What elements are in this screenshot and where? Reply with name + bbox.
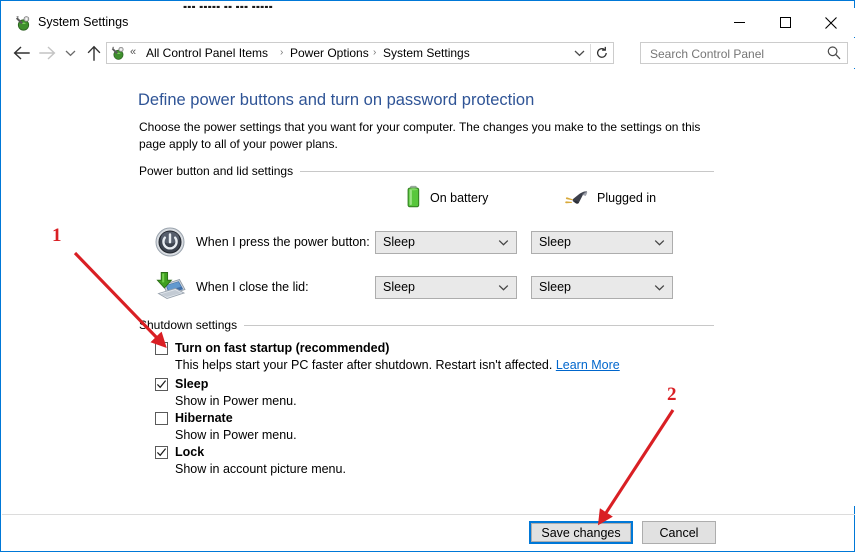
system-settings-icon	[14, 14, 32, 32]
chevron-down-icon	[574, 50, 584, 57]
section-divider	[244, 325, 714, 326]
footer-divider	[2, 514, 855, 515]
arrow-left-icon	[13, 46, 30, 60]
refresh-icon	[596, 46, 607, 58]
hibernate-checkbox[interactable]	[155, 412, 168, 425]
lock-checkbox[interactable]	[155, 446, 168, 459]
power-button-plugged-in-dropdown[interactable]: Sleep	[531, 231, 673, 254]
setting-label-power-button: When I press the power button:	[196, 235, 370, 249]
power-lid-section-header: Power button and lid settings	[139, 164, 714, 179]
sleep-checkbox[interactable]	[155, 378, 168, 391]
dropdown-value: Sleep	[383, 235, 415, 249]
content-area: Define power buttons and turn on passwor…	[2, 69, 855, 506]
refresh-button[interactable]	[591, 43, 612, 63]
window-title: System Settings	[38, 15, 129, 29]
dropdown-value: Sleep	[539, 280, 571, 294]
chevron-down-icon	[497, 236, 510, 249]
hibernate-description: Show in Power menu.	[175, 428, 297, 442]
address-bar[interactable]: « All Control Panel Items › Power Option…	[106, 42, 614, 64]
dropdown-value: Sleep	[539, 235, 571, 249]
chevron-down-icon	[653, 281, 666, 294]
power-plug-icon	[562, 187, 588, 210]
column-header-plugged-in: Plugged in	[562, 186, 656, 210]
fast-startup-description: This helps start your PC faster after sh…	[175, 357, 620, 374]
power-button-on-battery-dropdown[interactable]: Sleep	[375, 231, 517, 254]
checkmark-icon	[156, 380, 167, 389]
lock-description: Show in account picture menu.	[175, 462, 346, 476]
minimize-icon	[733, 22, 745, 23]
dropdown-value: Sleep	[383, 280, 415, 294]
back-button[interactable]	[9, 41, 33, 65]
background-window-sliver: ▪▪▪ ▪▪▪▪▪ ▪▪ ▪▪▪ ▪▪▪▪▪	[183, 1, 273, 8]
chevron-down-icon	[497, 281, 510, 294]
breadcrumb-separator: ›	[373, 47, 377, 58]
cancel-label: Cancel	[659, 525, 699, 540]
battery-icon	[406, 185, 421, 212]
fast-startup-label: Turn on fast startup (recommended)	[175, 341, 390, 355]
search-icon[interactable]	[826, 45, 842, 61]
breadcrumb-separator: ›	[280, 47, 284, 58]
close-lid-on-battery-dropdown[interactable]: Sleep	[375, 276, 517, 299]
description-text: This helps start your PC faster after sh…	[175, 358, 553, 372]
system-settings-icon-small	[110, 45, 126, 61]
section-header-label: Power button and lid settings	[139, 164, 294, 178]
breadcrumb-overflow[interactable]: «	[130, 46, 136, 58]
breadcrumb-all-control-panel-items[interactable]: All Control Panel Items	[146, 46, 268, 61]
page-title: Define power buttons and turn on passwor…	[138, 91, 535, 109]
shutdown-section-header: Shutdown settings	[139, 318, 714, 333]
page-description: Choose the power settings that you want …	[139, 120, 701, 151]
recent-locations-button[interactable]	[61, 41, 79, 65]
setting-label-close-lid: When I close the lid:	[196, 280, 309, 294]
breadcrumb-power-options[interactable]: Power Options	[290, 46, 369, 61]
sleep-description: Show in Power menu.	[175, 394, 297, 408]
power-button-icon	[154, 226, 186, 258]
system-settings-window: ▪▪▪ ▪▪▪▪▪ ▪▪ ▪▪▪ ▪▪▪▪▪ System Settings «…	[0, 0, 855, 552]
checkmark-icon	[156, 448, 167, 457]
section-header-label: Shutdown settings	[139, 318, 238, 332]
forward-button[interactable]	[35, 41, 59, 65]
chevron-down-icon	[653, 236, 666, 249]
arrow-right-icon	[38, 46, 55, 60]
up-level-button[interactable]	[82, 41, 106, 65]
close-lid-plugged-in-dropdown[interactable]: Sleep	[531, 276, 673, 299]
title-bar: System Settings	[2, 8, 855, 37]
close-icon	[825, 16, 837, 29]
chevron-down-icon	[65, 50, 75, 57]
navigation-bar: « All Control Panel Items › Power Option…	[2, 38, 855, 68]
sleep-label: Sleep	[175, 377, 209, 391]
fast-startup-checkbox[interactable]	[155, 342, 168, 355]
address-dropdown-button[interactable]	[569, 43, 589, 63]
column-header-on-battery: On battery	[406, 185, 489, 212]
breadcrumb-system-settings[interactable]: System Settings	[383, 46, 470, 61]
maximize-icon	[779, 17, 791, 28]
maximize-button[interactable]	[762, 8, 808, 37]
minimize-button[interactable]	[716, 8, 762, 37]
cancel-button[interactable]: Cancel	[642, 521, 716, 544]
save-changes-label: Save changes	[531, 523, 631, 542]
column-label-on-battery: On battery	[430, 190, 489, 205]
search-box[interactable]	[640, 42, 848, 65]
hibernate-label: Hibernate	[175, 411, 233, 425]
learn-more-link[interactable]: Learn More	[556, 358, 620, 372]
column-label-plugged-in: Plugged in	[597, 190, 657, 205]
laptop-close-lid-icon	[154, 271, 186, 303]
close-button[interactable]	[808, 8, 854, 37]
arrow-up-icon	[87, 45, 101, 61]
section-divider	[300, 171, 714, 172]
lock-label: Lock	[175, 445, 205, 459]
search-input[interactable]	[648, 43, 822, 65]
save-changes-button[interactable]: Save changes	[529, 521, 633, 544]
